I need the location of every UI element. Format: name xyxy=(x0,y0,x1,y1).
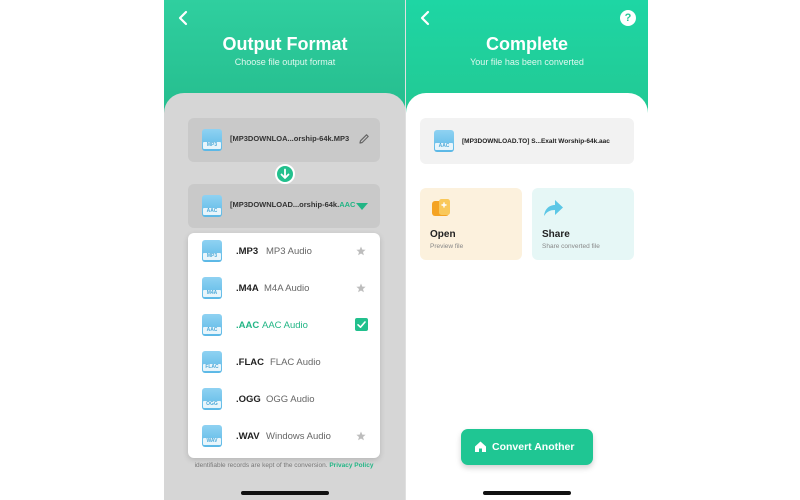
audio-file-icon: M4A xyxy=(202,277,222,299)
format-option-aac[interactable]: AAC .AAC AAC Audio xyxy=(188,307,380,344)
format-option-ogg[interactable]: OGG .OGG OGG Audio xyxy=(188,381,380,418)
format-ext: .M4A xyxy=(236,283,259,294)
star-icon[interactable] xyxy=(356,283,366,293)
format-desc: AAC Audio xyxy=(262,320,308,331)
privacy-policy-link[interactable]: Privacy Policy xyxy=(329,462,373,469)
converted-file-name: [MP3DOWNLOAD.TO] S...Exalt Worship-64k.a… xyxy=(462,138,610,145)
checkmark-icon[interactable] xyxy=(355,318,368,331)
format-desc: Windows Audio xyxy=(266,431,331,442)
share-file-button[interactable]: Share Share converted file xyxy=(532,188,634,260)
converted-file-card[interactable]: AAC [MP3DOWNLOAD.TO] S...Exalt Worship-6… xyxy=(420,118,634,164)
pencil-icon[interactable] xyxy=(358,133,370,145)
help-icon[interactable]: ? xyxy=(620,10,636,26)
open-file-button[interactable]: Open Preview file xyxy=(420,188,522,260)
home-icon xyxy=(475,441,486,452)
page-subtitle: Your file has been converted xyxy=(470,57,584,67)
audio-file-icon: AAC xyxy=(202,195,222,217)
target-format-selector[interactable]: AAC [MP3DOWNLOAD...orship-64k.AAC xyxy=(188,184,380,228)
format-option-flac[interactable]: FLAC .FLAC FLAC Audio xyxy=(188,344,380,381)
format-desc: M4A Audio xyxy=(264,283,310,294)
share-label: Share xyxy=(542,229,570,240)
format-desc: MP3 Audio xyxy=(266,246,312,257)
open-folder-icon xyxy=(432,199,450,216)
format-option-m4a[interactable]: M4A .M4A M4A Audio xyxy=(188,270,380,307)
star-icon[interactable] xyxy=(356,431,366,441)
audio-file-icon: OGG xyxy=(202,388,222,410)
convert-another-label: Convert Another xyxy=(492,441,575,453)
share-arrow-icon xyxy=(544,200,563,216)
app-stage: Output Format Choose file output format … xyxy=(0,0,800,500)
page-title: Complete xyxy=(485,34,568,54)
share-sublabel: Share converted file xyxy=(542,243,600,250)
complete-screen: ? Complete Your file has been converted … xyxy=(406,0,648,500)
audio-file-icon: WAV xyxy=(202,425,222,447)
arrow-down-icon xyxy=(275,164,295,184)
format-desc: FLAC Audio xyxy=(270,357,321,368)
audio-file-icon: AAC xyxy=(434,130,454,152)
source-file-card[interactable]: MP3 [MP3DOWNLOA...orship-64k.MP3 xyxy=(188,118,380,162)
format-ext: .MP3 xyxy=(236,246,259,257)
audio-file-icon: AAC xyxy=(202,314,222,336)
format-option-mp3[interactable]: MP3 .MP3 MP3 Audio xyxy=(188,233,380,270)
format-option-wav[interactable]: WAV .WAV Windows Audio xyxy=(188,418,380,455)
audio-file-icon: MP3 xyxy=(202,129,222,151)
audio-file-icon: FLAC xyxy=(202,351,222,373)
format-ext: .OGG xyxy=(236,394,261,405)
back-arrow-icon[interactable] xyxy=(174,8,194,28)
dropdown-triangle-icon[interactable] xyxy=(356,203,368,210)
privacy-notice: identifiable records are kept of the con… xyxy=(194,462,374,469)
format-desc: OGG Audio xyxy=(266,394,315,405)
source-file-name: [MP3DOWNLOA...orship-64k.MP3 xyxy=(230,134,350,143)
home-indicator[interactable] xyxy=(241,491,329,495)
format-dropdown-list: MP3 .MP3 MP3 Audio M4A .M4A M4A Audio AA… xyxy=(188,233,380,458)
home-indicator[interactable] xyxy=(483,491,571,495)
open-sublabel: Preview file xyxy=(430,243,464,250)
convert-another-button[interactable]: Convert Another xyxy=(461,429,593,465)
target-file-name: [MP3DOWNLOAD...orship-64k.AAC xyxy=(230,200,356,209)
open-label: Open xyxy=(430,229,456,240)
output-format-screen: Output Format Choose file output format … xyxy=(164,0,406,500)
page-title: Output Format xyxy=(222,34,348,54)
audio-file-icon: MP3 xyxy=(202,240,222,262)
back-arrow-icon[interactable] xyxy=(416,8,436,28)
format-ext: .AAC xyxy=(236,320,260,331)
format-ext: .WAV xyxy=(236,431,260,442)
star-icon[interactable] xyxy=(356,246,366,256)
format-ext: .FLAC xyxy=(236,357,264,368)
page-subtitle: Choose file output format xyxy=(234,57,336,67)
